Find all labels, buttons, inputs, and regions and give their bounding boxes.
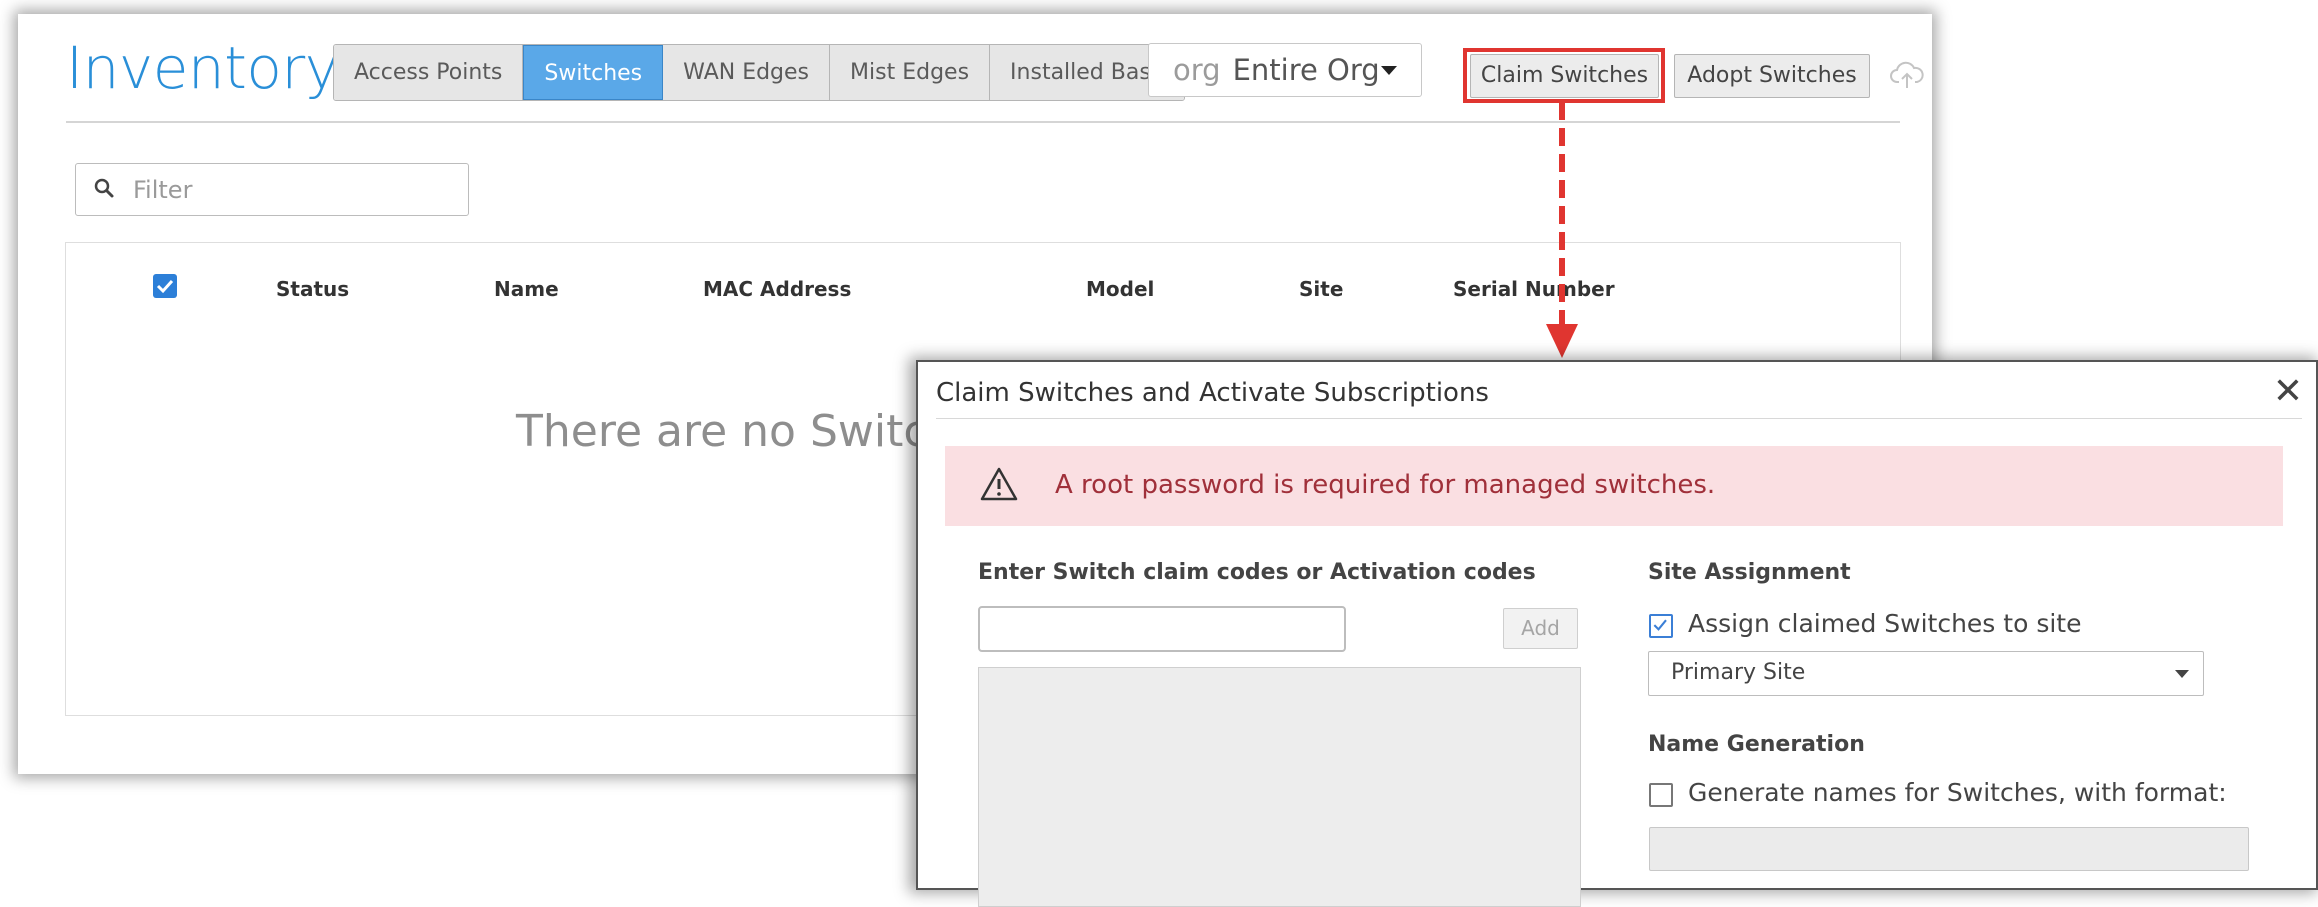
warning-icon bbox=[980, 467, 1018, 501]
generate-names-checkbox[interactable] bbox=[1649, 783, 1673, 807]
site-select-value: Primary Site bbox=[1671, 660, 1806, 685]
org-selected-value: Entire Org bbox=[1232, 53, 1380, 87]
filter-input[interactable] bbox=[131, 170, 455, 210]
column-header-status[interactable]: Status bbox=[276, 277, 349, 301]
assign-site-checkbox[interactable] bbox=[1649, 614, 1673, 638]
chevron-down-icon bbox=[1381, 66, 1397, 75]
claim-codes-list[interactable] bbox=[978, 667, 1581, 907]
tab-wan-edges[interactable]: WAN Edges bbox=[663, 45, 831, 100]
tab-switches[interactable]: Switches bbox=[523, 45, 664, 100]
column-header-model[interactable]: Model bbox=[1086, 277, 1154, 301]
claim-button-highlight bbox=[1463, 48, 1665, 103]
callout-arrow bbox=[1546, 102, 1578, 358]
name-format-input[interactable] bbox=[1649, 827, 2249, 871]
claim-switches-dialog: Claim Switches and Activate Subscription… bbox=[916, 360, 2318, 907]
column-header-mac[interactable]: MAC Address bbox=[703, 277, 851, 301]
name-generation-label: Name Generation bbox=[1648, 732, 1865, 757]
warning-alert: A root password is required for managed … bbox=[945, 446, 2283, 526]
tab-mist-edges[interactable]: Mist Edges bbox=[830, 45, 991, 100]
add-code-button[interactable]: Add bbox=[1503, 608, 1578, 649]
checkmark-icon bbox=[1653, 619, 1667, 631]
device-type-tabs: Access Points Switches WAN Edges Mist Ed… bbox=[333, 44, 1186, 101]
column-header-site[interactable]: Site bbox=[1299, 277, 1343, 301]
claim-code-input[interactable] bbox=[978, 606, 1346, 652]
adopt-switches-button[interactable]: Adopt Switches bbox=[1674, 54, 1870, 98]
alert-message: A root password is required for managed … bbox=[1055, 470, 1716, 500]
org-prefix-label: org bbox=[1173, 53, 1221, 87]
page-title: Inventory bbox=[66, 34, 339, 102]
claim-codes-label: Enter Switch claim codes or Activation c… bbox=[978, 560, 1536, 585]
org-selector[interactable]: org Entire Org bbox=[1148, 43, 1422, 97]
dialog-title: Claim Switches and Activate Subscription… bbox=[936, 378, 1489, 408]
checkmark-icon bbox=[156, 279, 174, 294]
header-divider bbox=[66, 121, 1900, 123]
generate-names-label: Generate names for Switches, with format… bbox=[1688, 778, 2227, 807]
filter-field[interactable] bbox=[75, 163, 469, 216]
column-header-serial[interactable]: Serial Number bbox=[1453, 277, 1615, 301]
tab-access-points[interactable]: Access Points bbox=[334, 45, 524, 100]
chevron-down-icon bbox=[2175, 670, 2189, 678]
select-all-checkbox[interactable] bbox=[153, 274, 177, 298]
column-header-name[interactable]: Name bbox=[494, 277, 559, 301]
search-icon bbox=[94, 178, 114, 198]
site-select[interactable]: Primary Site bbox=[1648, 651, 2204, 696]
close-icon[interactable]: ✕ bbox=[2268, 372, 2308, 412]
assign-site-label: Assign claimed Switches to site bbox=[1688, 609, 2082, 638]
cloud-upload-icon[interactable] bbox=[1890, 58, 1924, 92]
site-assignment-label: Site Assignment bbox=[1648, 560, 1851, 585]
dialog-header-divider bbox=[936, 418, 2302, 419]
